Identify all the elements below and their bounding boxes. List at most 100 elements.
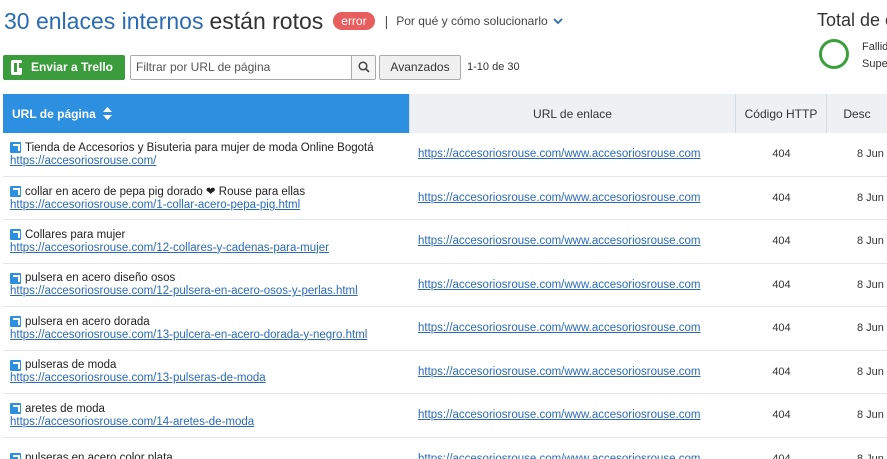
external-link-icon[interactable]	[10, 185, 21, 197]
send-to-trello-button[interactable]: Enviar a Trello	[3, 54, 125, 80]
broken-link-url[interactable]: https://accesoriosrouse.com/www.accesori…	[418, 366, 701, 378]
page-title-text: pulseras en acero color plata	[25, 452, 173, 459]
page-title: pulsera en acero diseño osos	[10, 272, 175, 284]
pagination-range: 1-10 de 30	[467, 61, 520, 73]
table-row: collar en acero de pepa pig dorado ❤ Rou…	[3, 177, 887, 220]
page-title-text: pulseras de moda	[25, 359, 117, 372]
page-url-link[interactable]: https://accesoriosrouse.com/	[10, 155, 156, 167]
report-header: 30 enlaces internos están rotos error | …	[4, 6, 563, 36]
link-cell: https://accesoriosrouse.com/www.accesori…	[410, 394, 736, 437]
table-row: pulsera en acero diseño osos https://acce…	[3, 264, 887, 307]
external-link-icon[interactable]	[10, 359, 21, 371]
advanced-button[interactable]: Avanzados	[379, 54, 461, 80]
page-url-link[interactable]: https://accesoriosrouse.com/13-pulseras-…	[10, 372, 266, 384]
page-title-text: aretes de moda	[25, 402, 105, 415]
broken-links-count-title: 30 enlaces internos	[4, 7, 204, 34]
broken-links-title-rest: están rotos	[209, 7, 324, 34]
table-row: pulseras en acero color plata https://acc…	[3, 438, 887, 459]
broken-link-url[interactable]: https://accesoriosrouse.com/www.accesori…	[418, 279, 701, 291]
page-title-text: pulsera en acero diseño osos	[25, 272, 176, 285]
page-url-link[interactable]: https://accesoriosrouse.com/12-collares-…	[10, 242, 329, 254]
page-title-text: Collares para mujer	[25, 228, 126, 241]
broken-link-url[interactable]: https://accesoriosrouse.com/www.accesori…	[418, 148, 701, 160]
link-cell: https://accesoriosrouse.com/www.accesori…	[410, 220, 736, 263]
total-checks-label: Total de e	[817, 10, 887, 30]
page-url-link[interactable]: https://accesoriosrouse.com/14-aretes-de…	[10, 416, 254, 428]
send-to-trello-label: Enviar a Trello	[30, 60, 113, 74]
table-row: pulsera en acero dorada https://accesorio…	[3, 307, 887, 351]
http-code: 404	[772, 191, 791, 204]
chevron-down-icon	[553, 17, 563, 24]
page-title-text: collar en acero de pepa pig dorado ❤ Rou…	[25, 186, 306, 199]
page-cell: collar en acero de pepa pig dorado ❤ Rou…	[3, 177, 410, 220]
external-link-icon[interactable]	[10, 142, 21, 154]
table-body: Tienda de Accesorios y Bisuteria para mu…	[3, 133, 887, 459]
trello-icon	[11, 59, 22, 75]
external-link-icon[interactable]	[10, 229, 21, 241]
search-button[interactable]	[351, 55, 375, 79]
page-title: Collares para mujer	[10, 229, 125, 241]
table-row: pulseras de moda https://accesoriosrouse.…	[3, 351, 887, 394]
http-code: 404	[772, 148, 791, 161]
table-row: Tienda de Accesorios y Bisuteria para mu…	[3, 133, 887, 177]
page-title: Tienda de Accesorios y Bisuteria para mu…	[10, 142, 374, 154]
discovered-date: 8 Jun	[857, 365, 884, 378]
column-link-url[interactable]: URL de enlace	[410, 94, 736, 133]
discovered-date: 8 Jun	[857, 322, 884, 335]
broken-link-url[interactable]: https://accesoriosrouse.com/www.accesori…	[418, 453, 701, 459]
discovered-date: 8 Jun	[857, 191, 884, 204]
http-code: 404	[772, 365, 791, 378]
page-title: aretes de moda	[10, 403, 105, 415]
page-title: pulseras de moda	[10, 359, 116, 371]
page-url-link[interactable]: https://accesoriosrouse.com/1-collar-ace…	[10, 199, 300, 211]
discovered-date: 8 Jun	[857, 452, 884, 459]
link-cell: https://accesoriosrouse.com/www.accesori…	[410, 351, 736, 394]
link-cell: https://accesoriosrouse.com/www.accesori…	[410, 133, 736, 176]
broken-link-url[interactable]: https://accesoriosrouse.com/www.accesori…	[418, 192, 701, 204]
column-page-url-label: URL de página	[12, 106, 96, 121]
page-url-link[interactable]: https://accesoriosrouse.com/13-pulcera-e…	[10, 329, 367, 341]
column-page-url[interactable]: URL de página	[3, 94, 410, 133]
page-cell: pulsera en acero diseño osos https://acce…	[3, 264, 410, 307]
link-cell: https://accesoriosrouse.com/www.accesori…	[410, 307, 736, 350]
page-title-text: pulsera en acero dorada	[25, 315, 150, 328]
broken-link-url[interactable]: https://accesoriosrouse.com/www.accesori…	[418, 235, 701, 247]
legend-failed: Fallid	[862, 41, 887, 53]
table-header: URL de página URL de enlace Código HTTP …	[3, 94, 887, 133]
status-ring-chart	[819, 39, 849, 69]
external-link-icon[interactable]	[10, 452, 21, 459]
search-icon	[357, 61, 370, 73]
column-discovered[interactable]: Desc	[827, 94, 887, 133]
page-cell: Collares para mujer https://accesoriosrou…	[3, 220, 410, 263]
page-title-text: Tienda de Accesorios y Bisuteria para mu…	[25, 141, 374, 154]
http-code: 404	[772, 235, 791, 248]
table-row: aretes de moda https://accesoriosrouse.co…	[3, 394, 887, 438]
page-url-link[interactable]: https://accesoriosrouse.com/12-pulsera-e…	[10, 285, 358, 297]
why-how-to-fix-link[interactable]: Por qué y cómo solucionarlo	[396, 14, 563, 28]
broken-links-table: URL de página URL de enlace Código HTTP …	[3, 94, 887, 459]
error-badge: error	[333, 12, 375, 30]
external-link-icon[interactable]	[10, 272, 21, 284]
legend-passed: Supe	[862, 58, 887, 70]
url-filter	[130, 54, 376, 80]
external-link-icon[interactable]	[10, 403, 21, 415]
table-row: Collares para mujer https://accesoriosrou…	[3, 220, 887, 264]
http-code: 404	[772, 452, 791, 459]
discovered-date: 8 Jun	[857, 148, 884, 161]
page-cell: aretes de moda https://accesoriosrouse.co…	[3, 394, 410, 437]
broken-link-url[interactable]: https://accesoriosrouse.com/www.accesori…	[418, 409, 701, 421]
external-link-icon[interactable]	[10, 316, 21, 328]
page-cell: Tienda de Accesorios y Bisuteria para mu…	[3, 133, 410, 176]
link-cell: https://accesoriosrouse.com/www.accesori…	[410, 264, 736, 307]
header-separator: |	[384, 13, 389, 29]
broken-link-url[interactable]: https://accesoriosrouse.com/www.accesori…	[418, 322, 701, 334]
toolbar: Enviar a Trello Avanzados 1-10 de 30	[3, 54, 520, 80]
discovered-date: 8 Jun	[857, 235, 884, 248]
http-code: 404	[772, 278, 791, 291]
filter-url-input[interactable]	[131, 55, 351, 79]
link-cell: https://accesoriosrouse.com/www.accesori…	[410, 438, 736, 459]
link-cell: https://accesoriosrouse.com/www.accesori…	[410, 177, 736, 220]
http-code: 404	[772, 409, 791, 422]
why-how-to-fix-label: Por qué y cómo solucionarlo	[396, 14, 548, 28]
column-http-code[interactable]: Código HTTP	[736, 94, 827, 133]
